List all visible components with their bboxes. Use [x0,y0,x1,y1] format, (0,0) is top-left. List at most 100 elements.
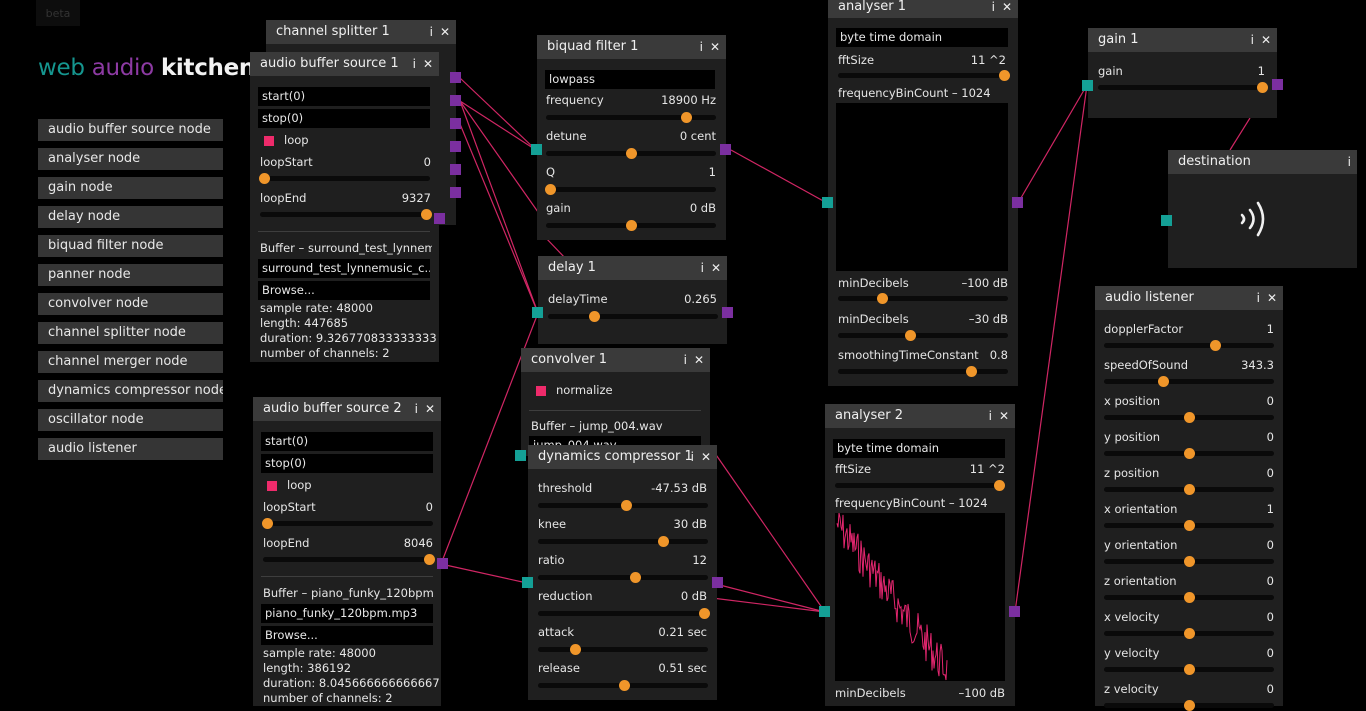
analyser-mode-select[interactable]: byte time domain [836,28,1008,47]
detune-slider[interactable] [546,148,716,159]
x-orientation-slider[interactable] [1104,520,1274,531]
output-port[interactable] [450,118,461,129]
slider-knob[interactable] [1184,520,1195,531]
loopstart-slider[interactable] [262,518,433,529]
node-header[interactable]: convolver 1 i ✕ [521,348,710,372]
close-icon[interactable]: ✕ [425,402,435,416]
output-port[interactable] [712,577,723,588]
ratio-slider[interactable] [538,572,708,583]
input-port[interactable] [822,197,833,208]
close-icon[interactable]: ✕ [1002,0,1012,14]
info-icon[interactable]: i [1257,291,1260,305]
analyser-mode-select[interactable]: byte time domain [833,439,1005,458]
loopend-slider[interactable] [263,554,435,565]
output-port[interactable] [450,187,461,198]
output-port[interactable] [450,72,461,83]
loopstart-slider[interactable] [259,173,430,184]
info-icon[interactable]: i [430,25,433,39]
mindecibels-slider[interactable] [838,293,1008,304]
node-header[interactable]: audio buffer source 2 i ✕ [253,397,441,421]
smoothing-slider[interactable] [838,366,1008,377]
gain-slider[interactable] [546,220,716,231]
start-button[interactable]: start(0) [261,432,433,451]
gain-node[interactable]: gain 1 i ✕ gain 1 [1088,28,1277,118]
z-orientation-slider[interactable] [1104,592,1274,603]
slider-knob[interactable] [1184,412,1195,423]
info-icon[interactable]: i [1348,155,1351,169]
info-icon[interactable]: i [700,40,703,54]
output-port[interactable] [1009,606,1020,617]
info-icon[interactable]: i [413,57,416,71]
loop-checkbox[interactable] [267,481,277,491]
node-header[interactable]: destination i [1168,150,1357,174]
info-icon[interactable]: i [992,0,995,14]
slider-knob[interactable] [966,366,977,377]
slider-knob[interactable] [621,500,632,511]
slider-knob[interactable] [999,70,1010,81]
gain-slider[interactable] [1098,82,1268,93]
slider-knob[interactable] [1257,82,1268,93]
close-icon[interactable]: ✕ [1267,291,1277,305]
node-header[interactable]: biquad filter 1 i ✕ [537,35,726,59]
dynamics-compressor-node[interactable]: dynamics compressor 1 i ✕ threshold -47.53… [528,445,717,700]
slider-knob[interactable] [1210,340,1221,351]
close-icon[interactable]: ✕ [710,40,720,54]
info-icon[interactable]: i [684,353,687,367]
slider-knob[interactable] [630,572,641,583]
info-icon[interactable]: i [1251,33,1254,47]
input-port[interactable] [819,606,830,617]
node-header[interactable]: audio listener i ✕ [1095,286,1283,310]
analyser-node[interactable]: analyser 1 i ✕ byte time domain fftSize 11… [828,0,1018,386]
audio-buffer-source-node[interactable]: audio buffer source 1 i ✕ start(0) stop(0)… [250,52,439,362]
slider-knob[interactable] [1158,376,1169,387]
output-port[interactable] [434,213,445,224]
output-port[interactable] [450,95,461,106]
z-position-slider[interactable] [1104,484,1274,495]
info-icon[interactable]: i [415,402,418,416]
dopplerfactor-slider[interactable] [1104,340,1274,351]
release-slider[interactable] [538,680,708,691]
maxdecibels-slider[interactable] [838,330,1008,341]
input-port[interactable] [532,307,543,318]
slider-knob[interactable] [424,554,435,565]
output-port[interactable] [450,141,461,152]
y-velocity-slider[interactable] [1104,664,1274,675]
frequency-slider[interactable] [546,112,716,123]
loopend-slider[interactable] [260,209,432,220]
fftsize-slider[interactable] [838,70,1010,81]
slider-knob[interactable] [262,518,273,529]
x-position-slider[interactable] [1104,412,1274,423]
destination-node[interactable]: destination i [1168,150,1357,268]
info-icon[interactable]: i [701,261,704,275]
slider-knob[interactable] [681,112,692,123]
output-port[interactable] [450,164,461,175]
close-icon[interactable]: ✕ [999,409,1009,423]
output-port[interactable] [1272,79,1283,90]
convolver-node[interactable]: convolver 1 i ✕ normalize Buffer – jump_00… [521,348,710,456]
input-port[interactable] [1082,80,1093,91]
analyser-node[interactable]: analyser 2 i ✕ byte time domain fftSize 11… [825,404,1015,706]
slider-knob[interactable] [259,173,270,184]
slider-knob[interactable] [1184,592,1195,603]
slider-knob[interactable] [626,148,637,159]
browse-button[interactable]: Browse... [261,626,433,645]
knee-slider[interactable] [538,536,708,547]
close-icon[interactable]: ✕ [1261,33,1271,47]
slider-knob[interactable] [589,311,600,322]
audio-buffer-source-node[interactable]: audio buffer source 2 i ✕ start(0) stop(0)… [253,397,441,706]
y-orientation-slider[interactable] [1104,556,1274,567]
info-icon[interactable]: i [989,409,992,423]
reduction-slider[interactable] [538,608,710,619]
fftsize-slider[interactable] [835,480,1005,491]
close-icon[interactable]: ✕ [694,353,704,367]
node-header[interactable]: dynamics compressor 1 i ✕ [528,445,717,469]
browse-button[interactable]: Browse... [258,281,430,300]
stop-button[interactable]: stop(0) [258,109,430,128]
slider-knob[interactable] [1184,628,1195,639]
slider-knob[interactable] [1184,484,1195,495]
q-slider[interactable] [545,184,716,195]
file-name[interactable]: piano_funky_120bpm.mp3 [261,604,433,623]
normalize-checkbox[interactable] [536,386,546,396]
close-icon[interactable]: ✕ [423,57,433,71]
stop-button[interactable]: stop(0) [261,454,433,473]
